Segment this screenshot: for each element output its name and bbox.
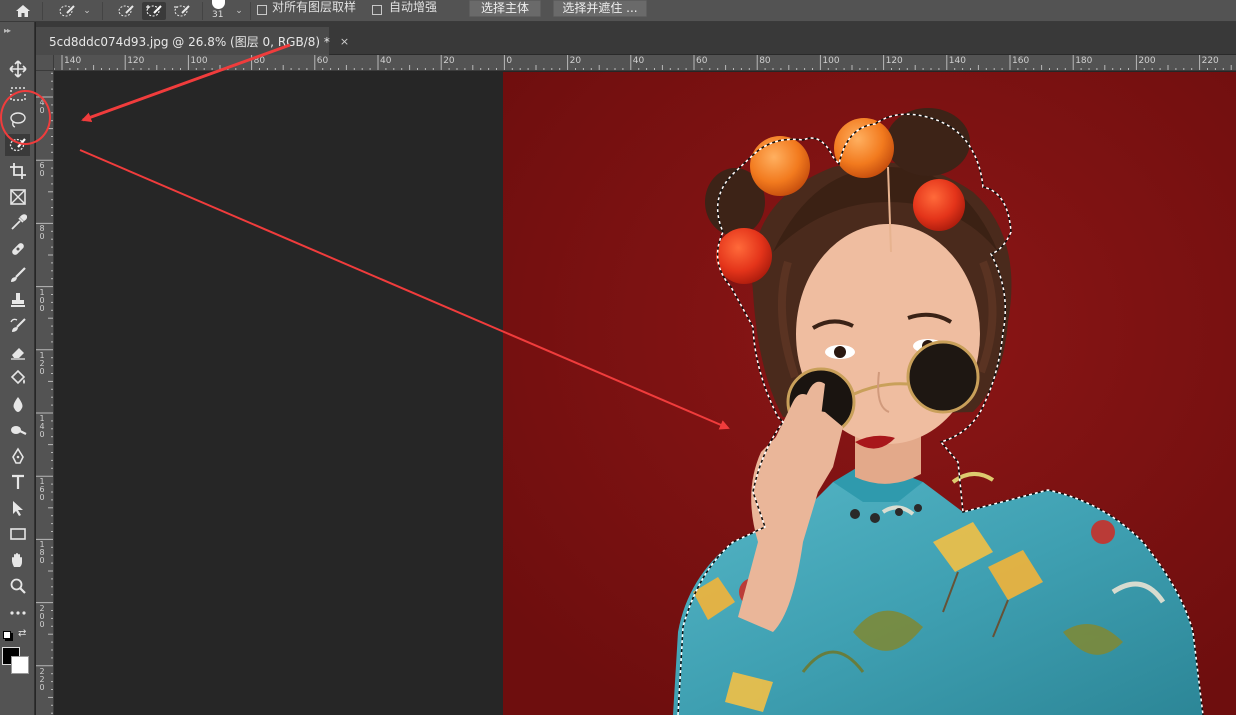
crop-tool[interactable] — [5, 160, 30, 182]
new-selection-icon[interactable] — [114, 2, 138, 20]
horizontal-ruler[interactable]: 140 120 100 80 60 40 20 0 20 40 60 80 100 120 140 160 18… — [54, 55, 1236, 71]
arrow-cursor-icon — [12, 501, 23, 516]
ruler-top-label: 120 — [885, 56, 903, 66]
move-icon — [8, 60, 27, 78]
ruler-top-label: 100 — [190, 56, 208, 66]
ruler-top-label: 180 — [1075, 56, 1093, 66]
ruler-left-label: 160 — [39, 477, 45, 503]
ruler-top-label: 40 — [632, 56, 645, 66]
document-tab-title: 5cd8ddc074d93.jpg @ 26.8% (图层 0, RGB/8) … — [49, 34, 330, 49]
ruler-left-label: 200 — [39, 603, 45, 629]
more-tools[interactable] — [5, 602, 30, 624]
drop-icon — [13, 397, 22, 412]
home-icon[interactable] — [11, 2, 35, 20]
swap-colors-icon[interactable]: ⇄ — [18, 628, 26, 639]
ruler-left-label: 220 — [39, 666, 45, 692]
default-colors-icon[interactable] — [3, 631, 11, 639]
pen-icon — [11, 447, 24, 464]
rectangle-tool[interactable] — [5, 523, 30, 545]
auto-enhance-label: 自动增强 — [389, 0, 438, 14]
dodge-tool[interactable] — [5, 419, 30, 441]
ruler-left-label: 120 — [39, 350, 45, 376]
ruler-top-label: 100 — [822, 56, 840, 66]
rectangle-icon — [9, 528, 26, 540]
frame-tool[interactable] — [5, 186, 30, 208]
ruler-origin[interactable] — [36, 55, 54, 71]
close-icon[interactable]: × — [340, 35, 349, 48]
ellipsis-icon — [9, 611, 26, 615]
eraser-tool[interactable] — [5, 341, 30, 363]
frame-icon — [9, 189, 26, 205]
add-to-selection-icon[interactable] — [142, 2, 166, 20]
panel-collapse-icon[interactable]: ▸▸ — [4, 26, 11, 35]
eraser-icon — [10, 348, 25, 360]
history-brush-tool[interactable] — [5, 315, 30, 337]
clone-stamp-tool[interactable] — [5, 289, 30, 311]
ruler-top-label: 200 — [1138, 56, 1156, 66]
ruler-left-label: 100 — [39, 287, 45, 313]
sample-all-layers-checkbox[interactable] — [257, 5, 267, 15]
ruler-top-label: 0 — [506, 56, 513, 66]
blur-tool[interactable] — [5, 393, 30, 415]
paint-bucket-tool[interactable] — [5, 367, 30, 389]
paint-bucket-icon — [10, 369, 25, 385]
path-selection-tool[interactable] — [5, 497, 30, 519]
chevron-down-icon[interactable]: ⌄ — [82, 0, 92, 22]
ruler-top-label: 20 — [569, 56, 582, 66]
auto-enhance-checkbox[interactable] — [372, 5, 382, 15]
quick-selection-preset-icon[interactable] — [55, 2, 79, 20]
eyedropper-tool[interactable] — [5, 212, 30, 234]
photo-illustration — [503, 72, 1236, 715]
ruler-top-label: 60 — [316, 56, 329, 66]
brush-tool[interactable] — [5, 264, 30, 286]
canvas-area[interactable] — [55, 72, 1236, 715]
ruler-top-label: 220 — [1201, 56, 1219, 66]
background-color-swatch[interactable] — [11, 656, 29, 674]
portrait-photo[interactable] — [503, 72, 1236, 715]
ruler-top-label: 140 — [64, 56, 82, 66]
ruler-top-label: 40 — [380, 56, 392, 66]
stamp-icon — [10, 293, 25, 307]
brush-size[interactable]: 31 — [212, 10, 223, 20]
chevron-down-icon[interactable]: ⌄ — [234, 0, 244, 22]
ruler-top-label: 20 — [443, 56, 455, 66]
healing-brush-tool[interactable] — [5, 238, 30, 260]
ruler-top-label: 140 — [948, 56, 966, 66]
hand-icon — [11, 553, 22, 567]
vertical-ruler[interactable]: 40 60 80 100 120 140 160 180 200 220 — [36, 71, 54, 715]
type-tool[interactable] — [5, 471, 30, 493]
history-brush-icon — [9, 318, 26, 332]
ruler-left-label: 60 — [39, 161, 45, 179]
move-tool[interactable] — [5, 58, 30, 80]
document-tab-bar: 5cd8ddc074d93.jpg @ 26.8% (图层 0, RGB/8) … — [36, 22, 1236, 55]
annotation-circle — [0, 90, 51, 145]
ruler-top-label: 80 — [253, 56, 266, 66]
ruler-top-label: 160 — [1012, 56, 1030, 66]
ruler-top-label: 60 — [696, 56, 708, 66]
ruler-top-label: 80 — [759, 56, 771, 66]
bandage-icon — [11, 243, 24, 255]
hand-tool[interactable] — [5, 549, 30, 571]
subtract-from-selection-icon[interactable] — [170, 2, 194, 20]
eyedropper-icon — [10, 214, 27, 230]
options-bar: ⌄ 31 ⌄ 对所有图层取样 自动增强 选择主体 选择并遮住 ... — [0, 0, 1236, 22]
sample-all-layers-label: 对所有图层取样 — [272, 0, 357, 14]
brush-preview-icon[interactable] — [212, 0, 225, 9]
select-and-mask-button[interactable]: 选择并遮住 ... — [553, 0, 647, 17]
brush-icon — [10, 267, 26, 282]
crop-icon — [9, 163, 26, 179]
document-tab[interactable]: 5cd8ddc074d93.jpg @ 26.8% (图层 0, RGB/8) … — [36, 27, 349, 55]
magnifier-icon — [10, 578, 26, 594]
ruler-left-label: 80 — [39, 224, 45, 242]
ruler-left-label: 140 — [39, 414, 45, 439]
zoom-tool[interactable] — [5, 575, 30, 597]
ruler-top-label: 120 — [127, 56, 145, 66]
ruler-left-label: 180 — [39, 540, 45, 566]
type-icon — [11, 474, 24, 489]
select-subject-button[interactable]: 选择主体 — [469, 0, 541, 17]
dodge-icon — [10, 426, 26, 435]
pen-tool[interactable] — [5, 445, 30, 467]
